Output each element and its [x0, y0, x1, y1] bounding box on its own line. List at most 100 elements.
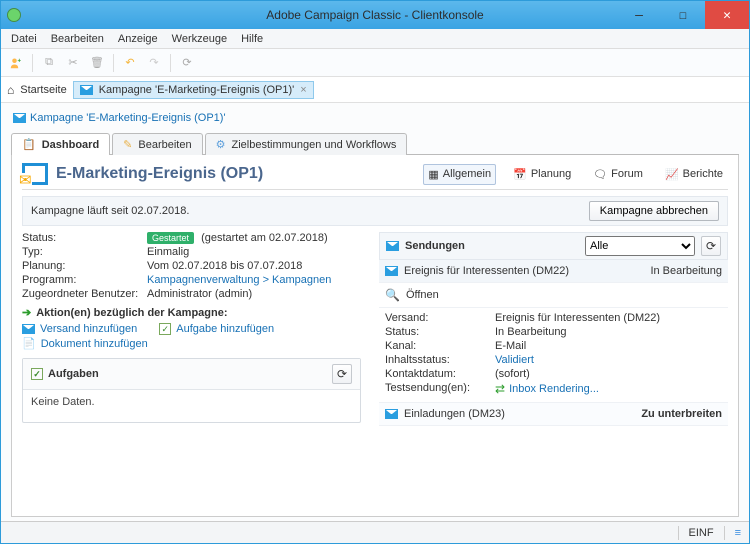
- value-contactdate: (sofort): [495, 368, 722, 380]
- tasks-refresh-button[interactable]: ⟳: [332, 364, 352, 384]
- undo-button[interactable]: ↶: [119, 52, 141, 74]
- menu-edit[interactable]: Bearbeiten: [45, 31, 110, 47]
- envelope-icon: [80, 85, 93, 95]
- delivery-row[interactable]: Einladungen (DM23) Zu unterbreiten: [379, 403, 728, 426]
- menu-file[interactable]: Datei: [5, 31, 43, 47]
- pencil-icon: ✎: [123, 138, 132, 151]
- status-badge: Gestartet: [147, 232, 194, 244]
- left-column: Status: Gestartet (gestartet am 02.07.20…: [22, 232, 361, 426]
- label-contentstatus: Inhaltsstatus:: [385, 354, 495, 366]
- label-channel: Kanal:: [385, 340, 495, 352]
- app-icon: [7, 8, 21, 22]
- envelope-icon: [13, 113, 26, 123]
- dashboard-panel: E-Marketing-Ereignis (OP1) ▦Allgemein 📅P…: [11, 155, 739, 517]
- tab-edit-label: Bearbeiten: [138, 139, 191, 151]
- campaign-title: E-Marketing-Ereignis (OP1): [56, 165, 263, 183]
- label-type: Typ:: [22, 246, 147, 258]
- nav-tab-label: Kampagne 'E-Marketing-Ereignis (OP1)': [99, 84, 295, 96]
- copy-button[interactable]: ⧉: [38, 52, 60, 74]
- tasks-header: Aufgaben: [48, 368, 99, 380]
- add-task-link[interactable]: ✓ Aufgabe hinzufügen: [159, 323, 274, 335]
- tasks-body: Keine Daten.: [23, 390, 360, 422]
- delete-button[interactable]: 🗑: [86, 52, 108, 74]
- subnav-planning[interactable]: 📅Planung: [508, 164, 576, 185]
- label-dstatus: Status:: [385, 326, 495, 338]
- svg-text:+: +: [18, 58, 22, 64]
- add-delivery-link[interactable]: Versand hinzufügen: [22, 323, 137, 335]
- menu-view[interactable]: Anzeige: [112, 31, 164, 47]
- menu-help[interactable]: Hilfe: [235, 31, 269, 47]
- calendar-icon: 📅: [513, 168, 527, 181]
- window-title: Adobe Campaign Classic - Clientkonsole: [266, 8, 483, 22]
- chat-icon: 🗨: [593, 168, 607, 181]
- tab-targeting[interactable]: ⚙ Zielbestimmungen und Workflows: [205, 133, 408, 155]
- add-document-link[interactable]: 📄 Dokument hinzufügen: [22, 337, 148, 350]
- home-link[interactable]: Startseite: [20, 84, 66, 96]
- arrow-icon: ➔: [22, 306, 31, 319]
- content-area: Kampagne 'E-Marketing-Ereignis (OP1)' 📋 …: [1, 103, 749, 521]
- refresh-button[interactable]: ⟳: [176, 52, 198, 74]
- workflow-icon: ⚙: [216, 138, 226, 151]
- titlebar: Adobe Campaign Classic - Clientkonsole —…: [1, 1, 749, 29]
- info-grid: Status: Gestartet (gestartet am 02.07.20…: [22, 232, 361, 300]
- subnav-reports[interactable]: 📈Berichte: [660, 164, 728, 185]
- value-owner: Administrator (admin): [147, 288, 361, 300]
- value-channel: E-Mail: [495, 340, 722, 352]
- value-program[interactable]: Kampagnenverwaltung > Kampagnen: [147, 274, 361, 286]
- cancel-campaign-button[interactable]: Kampagne abbrechen: [589, 201, 719, 221]
- window-maximize-button[interactable]: ☐: [661, 1, 705, 29]
- insert-mode: EINF: [689, 527, 714, 539]
- tab-targeting-label: Zielbestimmungen und Workflows: [231, 139, 396, 151]
- open-row[interactable]: 🔍 Öffnen: [379, 283, 728, 308]
- envelope-icon: [22, 324, 35, 334]
- check-icon: ✓: [159, 323, 171, 335]
- value-testsends[interactable]: ⇄ Inbox Rendering...: [495, 382, 722, 396]
- deliveries-filter-select[interactable]: Alle: [585, 236, 695, 256]
- label-delivery: Versand:: [385, 312, 495, 324]
- document-icon: 📄: [22, 337, 36, 350]
- value-contentstatus[interactable]: Validiert: [495, 354, 722, 366]
- deliveries-refresh-button[interactable]: ⟳: [701, 236, 721, 256]
- person-add-icon: +: [10, 57, 22, 69]
- chart-icon: 📈: [665, 168, 679, 181]
- nav-tab-campaign[interactable]: Kampagne 'E-Marketing-Ereignis (OP1)' ×: [73, 81, 314, 99]
- label-contactdate: Kontaktdatum:: [385, 368, 495, 380]
- redo-button[interactable]: ↷: [143, 52, 165, 74]
- subnav-forum[interactable]: 🗨Forum: [588, 164, 648, 185]
- envelope-icon: [385, 409, 398, 419]
- nav-tab-close[interactable]: ×: [300, 84, 306, 96]
- inbox-render-icon: ⇄: [495, 382, 505, 396]
- tab-dashboard-label: Dashboard: [42, 139, 99, 151]
- value-dstatus: In Bearbeitung: [495, 326, 722, 338]
- dashboard-icon: 📋: [22, 138, 36, 151]
- value-delivery: Ereignis für Interessenten (DM22): [495, 312, 722, 324]
- label-status: Status:: [22, 232, 147, 244]
- tab-edit[interactable]: ✎ Bearbeiten: [112, 133, 202, 155]
- panel-header: E-Marketing-Ereignis (OP1) ▦Allgemein 📅P…: [22, 163, 728, 190]
- window-close-button[interactable]: ✕: [705, 1, 749, 29]
- tab-dashboard[interactable]: 📋 Dashboard: [11, 133, 110, 155]
- value-planning: Vom 02.07.2018 bis 07.07.2018: [147, 260, 361, 272]
- envelope-icon: [385, 266, 398, 276]
- navbar: ⌂ Startseite Kampagne 'E-Marketing-Ereig…: [1, 77, 749, 103]
- right-column: Sendungen Alle ⟳ Ereignis für Intere: [379, 232, 728, 426]
- campaign-actions-header: ➔ Aktion(en) bezüglich der Kampagne:: [22, 306, 361, 319]
- main-tabs: 📋 Dashboard ✎ Bearbeiten ⚙ Zielbestimmun…: [11, 132, 739, 155]
- deliveries-header: Sendungen Alle ⟳: [379, 232, 728, 260]
- breadcrumb-link[interactable]: Kampagne 'E-Marketing-Ereignis (OP1)': [30, 112, 226, 124]
- value-status: Gestartet (gestartet am 02.07.2018): [147, 232, 361, 244]
- status-icon: ≡: [735, 527, 741, 539]
- label-planning: Planung:: [22, 260, 147, 272]
- cut-button[interactable]: ✂: [62, 52, 84, 74]
- add-button[interactable]: +: [5, 52, 27, 74]
- label-owner: Zugeordneter Benutzer:: [22, 288, 147, 300]
- info-icon: ▦: [428, 168, 438, 181]
- window-minimize-button[interactable]: —: [617, 1, 661, 29]
- menu-tools[interactable]: Werkzeuge: [166, 31, 233, 47]
- subnav-general[interactable]: ▦Allgemein: [423, 164, 496, 185]
- open-label: Öffnen: [406, 289, 439, 301]
- campaign-icon: [22, 163, 48, 185]
- delivery-row[interactable]: Ereignis für Interessenten (DM22) In Bea…: [379, 260, 728, 283]
- check-icon: ✓: [31, 368, 43, 380]
- deliveries-title: Sendungen: [405, 240, 465, 252]
